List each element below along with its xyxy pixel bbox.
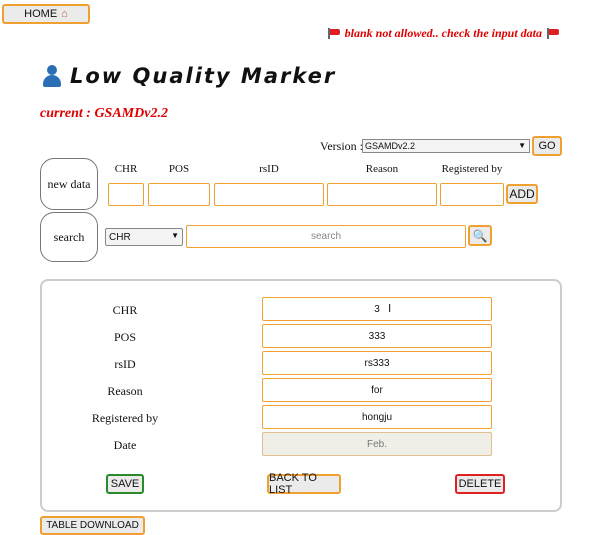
column-header-chr: CHR [114, 163, 138, 175]
detail-label-rsid: rsID [114, 357, 136, 371]
person-icon [42, 65, 62, 87]
new-chr-input[interactable] [108, 183, 144, 206]
detail-label-chr: CHR [112, 303, 138, 317]
detail-label-reason: Reason [107, 384, 143, 398]
detail-reason-input[interactable]: for [262, 378, 492, 402]
house-icon: ⌂ [61, 8, 68, 20]
page-title: Low Quality Marker [42, 64, 336, 88]
detail-registered-by-value: hongju [361, 411, 393, 423]
magnifier-icon: 🔍 [472, 228, 488, 243]
detail-label-registered-by: Registered by [91, 411, 159, 425]
search-mode-button[interactable]: search [40, 212, 98, 262]
detail-registered-by-input[interactable]: hongju [262, 405, 492, 429]
chevron-down-icon: ▼ [171, 231, 179, 240]
back-to-list-button[interactable]: BACK TO LIST [267, 472, 341, 496]
new-pos-input[interactable] [148, 183, 210, 206]
version-select[interactable]: GSAMDv2.2 ▼ [362, 139, 530, 153]
current-version-label: current : GSAMDv2.2 [40, 106, 168, 121]
search-field-select[interactable]: CHR ▼ [105, 228, 183, 246]
column-header-rsid: rsID [259, 163, 279, 175]
delete-button[interactable]: DELETE [455, 474, 505, 494]
save-button[interactable]: SAVE [106, 474, 144, 494]
detail-reason-value: for [371, 384, 383, 396]
go-button[interactable]: GO [532, 136, 562, 156]
detail-date-input: Feb. [262, 432, 492, 456]
version-selected: GSAMDv2.2 [365, 141, 416, 151]
version-label: Version : [320, 139, 363, 153]
column-header-registered-by: Registered by [441, 163, 503, 175]
alert-message: blank not allowed.. check the input data [327, 26, 560, 41]
new-rsid-input[interactable] [214, 183, 324, 206]
search-input[interactable]: search [186, 225, 466, 248]
chevron-down-icon: ▼ [518, 141, 526, 150]
detail-chr-value: 3 [374, 303, 380, 315]
home-button[interactable]: HOME ⌂ [2, 4, 90, 24]
column-header-reason: Reason [365, 163, 399, 175]
detail-rsid-value: rs333 [364, 357, 390, 369]
flag-icon [327, 28, 341, 39]
flag-icon [546, 28, 560, 39]
home-label: HOME [24, 8, 58, 20]
detail-label-date: Date [113, 438, 137, 452]
detail-pos-input[interactable]: 333 [262, 324, 492, 348]
detail-chr-input[interactable]: 3 [262, 297, 492, 321]
alert-text: blank not allowed.. check the input data [344, 26, 542, 40]
search-placeholder: search [310, 231, 341, 242]
text-cursor-icon: I [388, 302, 392, 315]
add-button[interactable]: ADD [506, 184, 538, 204]
page-title-text: Low Quality Marker [70, 64, 337, 88]
detail-date-value: Feb. [366, 438, 387, 450]
new-data-button[interactable]: new data [40, 158, 98, 210]
detail-rsid-input[interactable]: rs333 [262, 351, 492, 375]
new-reason-input[interactable] [327, 183, 437, 206]
search-field-selected: CHR [109, 231, 131, 243]
detail-label-pos: POS [113, 330, 136, 344]
new-registered-by-input[interactable] [440, 183, 504, 206]
table-download-button[interactable]: TABLE DOWNLOAD [40, 516, 145, 535]
column-header-pos: POS [168, 163, 190, 175]
search-button[interactable]: 🔍 [468, 225, 492, 246]
detail-pos-value: 333 [368, 330, 386, 342]
